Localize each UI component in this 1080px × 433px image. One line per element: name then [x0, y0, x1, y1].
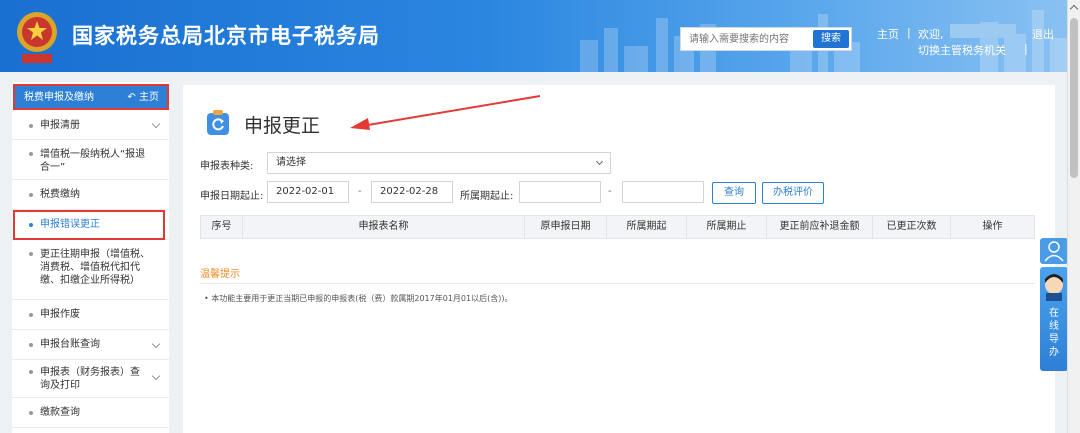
bullet-icon — [29, 343, 33, 347]
service-avatar-icon — [1045, 274, 1063, 301]
bullet-icon — [29, 370, 33, 374]
chevron-down-icon — [151, 339, 161, 349]
query-button[interactable]: 查询 — [712, 182, 756, 204]
refresh-clipboard-icon — [207, 110, 229, 135]
tips-text: • 本功能主要用于更正当期已申报的申报表(税（费）款属期2017年01月01以后… — [204, 294, 513, 303]
sidebar-item-label: 增值税一般纳税人“报退合一” — [40, 149, 146, 173]
vertical-scrollbar[interactable] — [1067, 0, 1080, 433]
sidebar: 税费申报及缴纳 ↶ 主页 申报清册 增值税一般纳税人“报退合一” 税费缴纳 申报… — [12, 82, 169, 433]
bullet-icon — [29, 193, 33, 197]
annotation-box — [13, 84, 169, 110]
column-header: 所属期起 — [607, 216, 687, 238]
sidebar-item-label: 申报台账查询 — [40, 339, 100, 350]
switch-authority-link[interactable]: 切换主管税务机关 — [918, 42, 1006, 58]
column-header: 操作 — [982, 221, 1003, 232]
page-title: 申报更正 — [244, 115, 321, 137]
date-range-label: 申报日期起止: — [200, 191, 264, 202]
search-input[interactable] — [681, 28, 813, 50]
sidebar-item-label: 更正往期申报（增值税、消费税、增值税代扣代缴、扣缴企业所得税） — [40, 249, 150, 286]
scroll-thumb[interactable] — [1070, 18, 1078, 178]
divider — [200, 283, 1035, 284]
sidebar-item-vat-refund[interactable]: 增值税一般纳税人“报退合一” — [12, 140, 169, 180]
guide-char: 线 — [1049, 321, 1059, 332]
annotation-box — [13, 210, 165, 240]
date-end-input[interactable]: 2022-02-28 — [371, 181, 453, 203]
column-header: 申报表名称 — [243, 216, 525, 238]
table-header: 序号 申报表名称 原申报日期 所属期起 所属期止 更正前应补退金额 已更正次数 … — [200, 215, 1035, 239]
nav-welcome: 欢迎, — [918, 28, 944, 41]
sidebar-item-void[interactable]: 申报作废 — [12, 300, 169, 330]
annotation-arrow — [350, 95, 541, 130]
date-start-input[interactable]: 2022-02-01 — [267, 181, 349, 203]
bullet-icon — [29, 313, 33, 317]
period-range-label: 所属期起止: — [460, 191, 514, 202]
bullet-icon — [29, 411, 33, 415]
nav-separator: | — [907, 26, 911, 39]
sidebar-item-past-correction[interactable]: 更正往期申报（增值税、消费税、增值税代扣代缴、扣缴企业所得税） — [12, 240, 169, 300]
search-box: 搜索 — [680, 27, 852, 51]
column-header: 更正前应补退金额 — [767, 216, 873, 238]
type-label: 申报表种类: — [200, 161, 254, 172]
top-header: 国家税务总局北京市电子税务局 搜索 主页 | 欢迎, 切换主管税务机关 | 退出 — [0, 0, 1080, 72]
masked-username — [950, 24, 1016, 38]
sidebar-item-label: 申报清册 — [40, 120, 80, 131]
evaluate-button[interactable]: 办税评价 — [762, 182, 824, 204]
guide-char: 办 — [1049, 347, 1059, 358]
period-end-input[interactable] — [622, 181, 704, 203]
sidebar-item-tax-payment[interactable]: 税费缴纳 — [12, 180, 169, 210]
nav-separator: | — [1024, 42, 1028, 55]
column-header: 已更正次数 — [873, 216, 951, 238]
bullet-icon — [29, 252, 33, 256]
guide-char: 导 — [1049, 334, 1059, 345]
type-select[interactable]: 请选择 — [267, 152, 611, 174]
sidebar-item-label: 税费缴纳 — [40, 189, 80, 200]
logout-link[interactable]: 退出 — [1032, 26, 1054, 42]
main-panel: 申报更正 申报表种类: 请选择 申报日期起止: 2022-02-01 - 202… — [183, 85, 1055, 433]
sidebar-item-label: 缴款查询 — [40, 407, 80, 418]
user-icon — [1044, 241, 1064, 262]
online-guide-button[interactable]: 在 线 导 办 — [1040, 267, 1068, 371]
sidebar-item-label: 申报作废 — [40, 309, 80, 320]
column-header: 序号 — [201, 216, 243, 238]
period-start-input[interactable] — [519, 181, 601, 203]
nav-home-link[interactable]: 主页 — [877, 26, 899, 42]
column-header: 所属期止 — [687, 216, 767, 238]
sidebar-item-report-print[interactable]: 申报表（财务报表）查询及打印 — [12, 360, 169, 398]
range-dash: - — [608, 186, 612, 197]
sidebar-item-payment-query[interactable]: 缴款查询 — [12, 398, 169, 428]
chevron-down-icon — [595, 157, 604, 166]
range-dash: - — [358, 186, 362, 197]
column-header: 原申报日期 — [525, 216, 607, 238]
user-float-button[interactable] — [1040, 238, 1068, 264]
sidebar-item-declaration-list[interactable]: 申报清册 — [12, 112, 169, 140]
guide-char: 在 — [1049, 308, 1059, 319]
emblem-icon — [17, 12, 57, 63]
site-title: 国家税务总局北京市电子税务局 — [72, 24, 380, 48]
sidebar-item-ledger-query[interactable]: 申报台账查询 — [12, 330, 169, 360]
bullet-icon — [29, 152, 33, 156]
tips-title: 温馨提示 — [200, 269, 240, 280]
bullet-icon — [29, 124, 33, 128]
chevron-down-icon — [151, 119, 161, 129]
type-select-value: 请选择 — [276, 157, 306, 168]
scroll-up-icon[interactable] — [1069, 4, 1079, 14]
sidebar-item-label: 申报表（财务报表）查询及打印 — [40, 367, 140, 391]
search-button[interactable]: 搜索 — [813, 30, 849, 48]
online-guide-label: 在 线 导 办 — [1040, 307, 1068, 359]
chevron-down-icon — [151, 371, 161, 381]
